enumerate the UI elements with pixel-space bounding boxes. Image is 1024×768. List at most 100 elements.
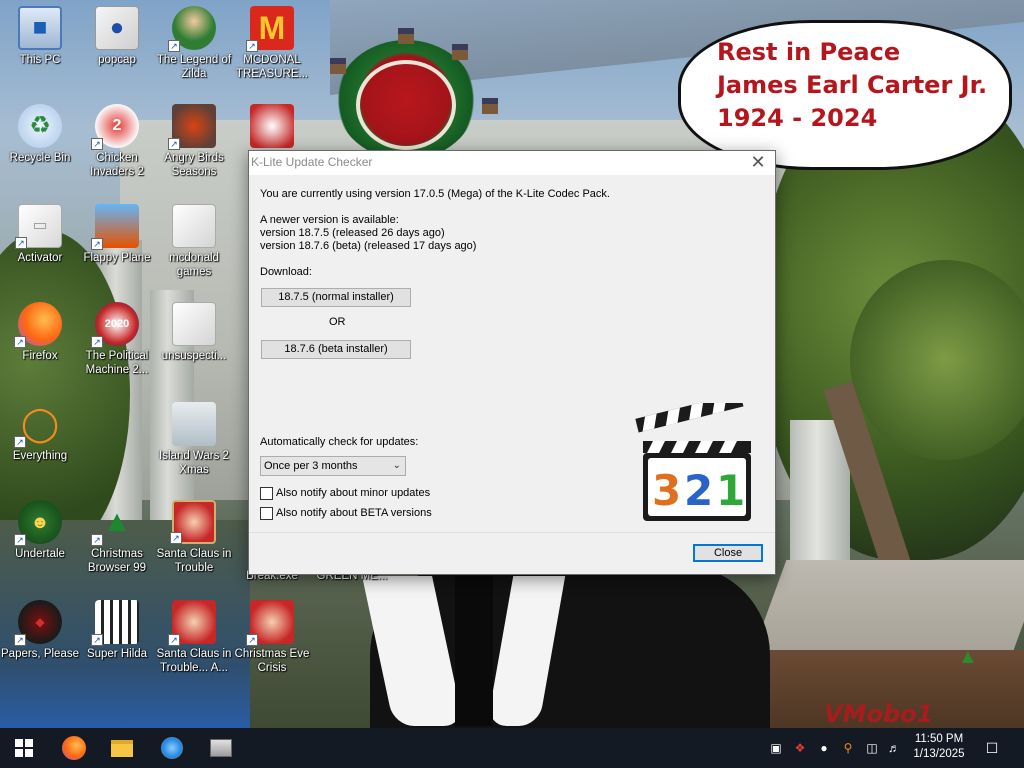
shortcut-arrow-icon: ↗: [91, 634, 103, 646]
dialog-body: You are currently using version 17.0.5 (…: [249, 175, 775, 574]
desktop-icon-label: Undertale: [15, 548, 65, 560]
checkbox-box[interactable]: [260, 486, 273, 500]
desktop-icon-snowman-game[interactable]: [232, 104, 312, 151]
shortcut-arrow-icon: ↗: [246, 40, 258, 52]
close-button[interactable]: Close: [693, 544, 763, 562]
desktop-icon-christmas-eve-crisis[interactable]: ↗ Christmas Eve Crisis: [232, 600, 312, 675]
normal-installer-button[interactable]: 18.7.5 (normal installer): [261, 288, 411, 307]
computer-icon: ■: [18, 6, 62, 50]
desktop-icon-everything[interactable]: ◯ ↗ Everything: [0, 402, 80, 463]
network-icon[interactable]: ◫: [864, 740, 880, 756]
beta-installer-button[interactable]: 18.7.6 (beta installer): [261, 340, 411, 359]
desktop-icon-label: Chicken Invaders 2: [90, 152, 144, 178]
game-icon: ↗: [168, 104, 216, 150]
notification-icon[interactable]: ☐: [984, 740, 1000, 756]
game-icon: ↗: [91, 204, 139, 250]
desktop-icon-label: The Political Machine 2...: [85, 350, 149, 376]
search-icon[interactable]: ⚲: [840, 740, 856, 756]
shortcut-arrow-icon: ↗: [14, 336, 26, 348]
beta-versions-checkbox[interactable]: Also notify about BETA versions: [260, 506, 432, 520]
house-decoration: [482, 98, 498, 114]
shield-icon[interactable]: ❖: [792, 740, 808, 756]
desktop-icon-flappy-plane[interactable]: ↗ Flappy Plane: [77, 204, 157, 265]
folder-icon: [172, 204, 216, 248]
desktop-icon-label: Christmas Browser 99: [87, 548, 147, 574]
house-decoration: [452, 44, 468, 60]
clock-date: 1/13/2025: [913, 748, 965, 760]
bubble-line-1: Rest in Peace: [717, 38, 901, 66]
desktop-icon-undertale[interactable]: ☻ ↗ Undertale: [0, 500, 80, 561]
desktop-icon-label: Santa Claus in Trouble: [156, 548, 232, 574]
shortcut-arrow-icon: ↗: [14, 634, 26, 646]
house-decoration: [398, 28, 414, 44]
taskbar-k-lite-button[interactable]: [197, 728, 245, 768]
monitor-icon[interactable]: ▣: [768, 740, 784, 756]
desktop-icon-mcdonald-games[interactable]: mcdonald games: [154, 204, 234, 279]
firefox-icon: [62, 736, 86, 760]
desktop-icon-christmas-browser-99[interactable]: ▲ ↗ Christmas Browser 99: [77, 500, 157, 575]
taskbar-app-button[interactable]: [148, 728, 196, 768]
desktop-icon-label: This PC: [19, 54, 61, 66]
house-decoration: [330, 58, 346, 74]
chevron-down-icon: ⌄: [392, 460, 401, 471]
shortcut-arrow-icon: ↗: [91, 238, 103, 250]
shortcut-arrow-icon: ↗: [168, 40, 180, 52]
checkbox-box[interactable]: [260, 506, 273, 520]
bubble-line-3: 1924 - 2024: [717, 104, 878, 132]
dialog-titlebar[interactable]: K-Lite Update Checker ✕: [249, 151, 775, 175]
version-beta-text: version 18.7.6 (beta) (released 17 days …: [260, 240, 477, 252]
game-icon: ↗: [168, 6, 216, 52]
volume-icon[interactable]: ♬: [886, 740, 902, 756]
desktop-icon-firefox[interactable]: ↗ Firefox: [0, 302, 80, 363]
desktop-icon-mcdonald-treasure[interactable]: M ↗ MCDONAL TREASURE...: [232, 6, 312, 81]
minor-updates-checkbox[interactable]: Also notify about minor updates: [260, 486, 430, 500]
desktop-icon-chicken-invaders-2[interactable]: 2 ↗ Chicken Invaders 2: [77, 104, 157, 179]
k-lite-clapperboard-logo: 3 2 1: [635, 403, 751, 521]
shortcut-arrow-icon: ↗: [246, 634, 258, 646]
close-icon[interactable]: ✕: [741, 151, 775, 175]
game-icon: ↗: [91, 600, 139, 646]
desktop-icon-popcap[interactable]: ● popcap: [77, 6, 157, 67]
desktop-icon-label: The Legend of Zilda: [156, 54, 232, 80]
auto-check-label: Automatically check for updates:: [260, 436, 419, 448]
wallpaper-path: [753, 560, 1024, 650]
desktop-icon-angry-birds-seasons[interactable]: ↗ Angry Birds Seasons: [154, 104, 234, 179]
current-version-text: You are currently using version 17.0.5 (…: [260, 188, 610, 200]
desktop-icon-santa-claus-in-trouble[interactable]: ↗ Santa Claus in Trouble: [154, 500, 234, 575]
desktop-icon-recycle-bin[interactable]: ♻ Recycle Bin: [0, 104, 80, 165]
game-icon: 2 ↗: [91, 104, 139, 150]
desktop-icon-label: Christmas Eve Crisis: [234, 648, 310, 674]
desktop-icon-activator[interactable]: ▭ ↗ Activator: [0, 204, 80, 265]
start-button[interactable]: [0, 728, 48, 768]
bubble-line-2: James Earl Carter Jr.: [717, 71, 988, 99]
desktop-icon-papers-please[interactable]: ◆ ↗ Papers, Please: [0, 600, 80, 661]
desktop-icon-santa-claus-in-trouble-again[interactable]: ↗ Santa Claus in Trouble... A...: [154, 600, 234, 675]
desktop-icon-island-wars-2-xmas[interactable]: Island Wars 2 Xmas: [154, 402, 234, 477]
memorial-speech-bubble: Rest in Peace James Earl Carter Jr. 1924…: [678, 20, 1012, 170]
dialog-footer: Close: [249, 532, 775, 574]
game-icon: ↗: [168, 600, 216, 646]
desktop-icon-label: Island Wars 2 Xmas: [159, 450, 229, 476]
desktop-icon-political-machine[interactable]: 2020 ↗ The Political Machine 2...: [77, 302, 157, 377]
desktop-icon-unsuspecting[interactable]: unsuspecti...: [154, 302, 234, 363]
desktop-icon-label: Firefox: [22, 350, 58, 362]
desktop-icon-legend-of-zilda[interactable]: ↗ The Legend of Zilda: [154, 6, 234, 81]
shortcut-arrow-icon: ↗: [14, 436, 26, 448]
drop-icon[interactable]: ●: [816, 740, 832, 756]
k-lite-update-checker-dialog: K-Lite Update Checker ✕ You are currentl…: [248, 150, 776, 575]
windows-logo-icon: [15, 739, 33, 757]
game-icon: ☻ ↗: [14, 500, 62, 546]
or-text: OR: [329, 316, 346, 328]
taskbar-file-explorer-button[interactable]: [98, 728, 146, 768]
wallpaper-tie: [455, 576, 493, 726]
desktop-icon-label: Papers, Please: [1, 648, 79, 660]
folder-icon: ●: [95, 6, 139, 50]
shortcut-arrow-icon: ↗: [15, 237, 27, 249]
game-icon: ↗: [246, 600, 294, 646]
update-frequency-select[interactable]: Once per 3 months ⌄: [260, 456, 406, 476]
shortcut-arrow-icon: ↗: [91, 534, 103, 546]
desktop-icon-this-pc[interactable]: ■ This PC: [0, 6, 80, 67]
taskbar-firefox-button[interactable]: [50, 728, 98, 768]
desktop-icon-super-hilda[interactable]: ↗ Super Hilda: [77, 600, 157, 661]
taskbar-clock[interactable]: 11:50 PM 1/13/2025: [906, 732, 972, 762]
